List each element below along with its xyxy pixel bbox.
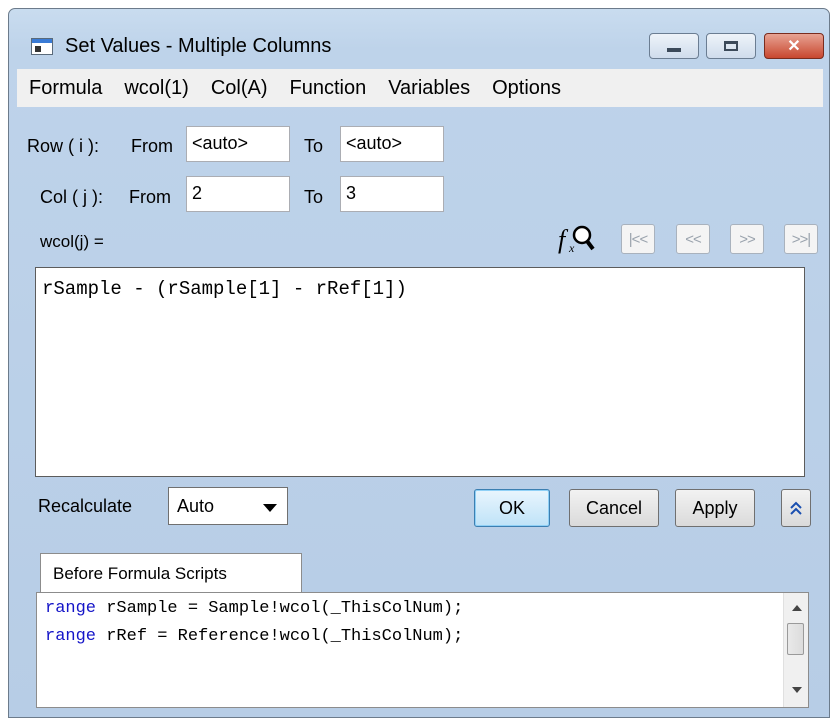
row-to-field[interactable]: <auto> xyxy=(340,126,444,162)
svg-text:x: x xyxy=(568,241,575,255)
chevron-down-icon xyxy=(263,504,277,512)
script-line: range rSample = Sample!wcol(_ThisColNum)… xyxy=(45,599,463,618)
formula-editor[interactable]: rSample - (rSample[1] - rRef[1]) xyxy=(35,267,805,477)
row-label: Row ( i ): xyxy=(27,136,99,156)
minimize-button[interactable] xyxy=(649,33,699,59)
window-title: Set Values - Multiple Columns xyxy=(65,35,332,57)
previous-column-button[interactable]: << xyxy=(676,224,710,254)
minimize-icon xyxy=(667,48,681,52)
svg-text:f: f xyxy=(558,225,569,254)
menu-variables[interactable]: Variables xyxy=(388,77,470,100)
tab-before-formula-scripts[interactable]: Before Formula Scripts xyxy=(40,553,302,593)
row-to-label: To xyxy=(304,136,324,156)
recalculate-select[interactable]: Auto xyxy=(168,487,288,525)
maximize-icon xyxy=(724,41,738,51)
app-icon xyxy=(31,38,53,55)
script-keyword: range xyxy=(45,599,97,618)
last-column-button[interactable]: >>| xyxy=(784,224,818,254)
menu-function[interactable]: Function xyxy=(289,77,366,100)
first-column-button[interactable]: |<< xyxy=(621,224,655,254)
menu-options[interactable]: Options xyxy=(492,77,561,100)
double-chevron-up-icon xyxy=(790,501,802,515)
collapse-button[interactable] xyxy=(781,489,811,527)
next-column-button[interactable]: >> xyxy=(730,224,764,254)
scroll-down-icon[interactable] xyxy=(792,687,802,693)
apply-button[interactable]: Apply xyxy=(675,489,755,527)
wcol-label: wcol(j) = xyxy=(40,232,104,251)
col-label: Col ( j ): xyxy=(40,187,103,207)
col-from-label: From xyxy=(129,187,171,207)
script-keyword: range xyxy=(45,627,97,646)
script-text: rSample = Sample!wcol(_ThisColNum); xyxy=(96,599,464,618)
function-browser-icon[interactable]: f x xyxy=(556,222,596,256)
script-line: range rRef = Reference!wcol(_ThisColNum)… xyxy=(45,627,463,646)
script-editor[interactable]: range rSample = Sample!wcol(_ThisColNum)… xyxy=(36,592,809,708)
row-from-label: From xyxy=(131,136,173,156)
recalculate-label: Recalculate xyxy=(38,496,133,516)
scroll-thumb[interactable] xyxy=(787,623,804,655)
col-from-field[interactable]: 2 xyxy=(186,176,290,212)
close-icon: ✕ xyxy=(787,38,801,55)
cancel-button[interactable]: Cancel xyxy=(569,489,659,527)
script-text: rRef = Reference!wcol(_ThisColNum); xyxy=(96,627,464,646)
ok-button[interactable]: OK xyxy=(474,489,550,527)
maximize-button[interactable] xyxy=(706,33,756,59)
col-to-label: To xyxy=(304,187,324,207)
menu-formula[interactable]: Formula xyxy=(29,77,102,100)
scroll-up-icon[interactable] xyxy=(792,605,802,611)
recalculate-value: Auto xyxy=(177,496,215,516)
menu-wcol[interactable]: wcol(1) xyxy=(124,77,188,100)
row-from-field[interactable]: <auto> xyxy=(186,126,290,162)
title-bar[interactable]: Set Values - Multiple Columns ✕ xyxy=(9,9,829,69)
menu-bar: Formula wcol(1) Col(A) Function Variable… xyxy=(17,69,823,107)
col-to-field[interactable]: 3 xyxy=(340,176,444,212)
vertical-scrollbar[interactable] xyxy=(783,593,808,707)
menu-col[interactable]: Col(A) xyxy=(211,77,268,100)
close-button[interactable]: ✕ xyxy=(764,33,824,59)
